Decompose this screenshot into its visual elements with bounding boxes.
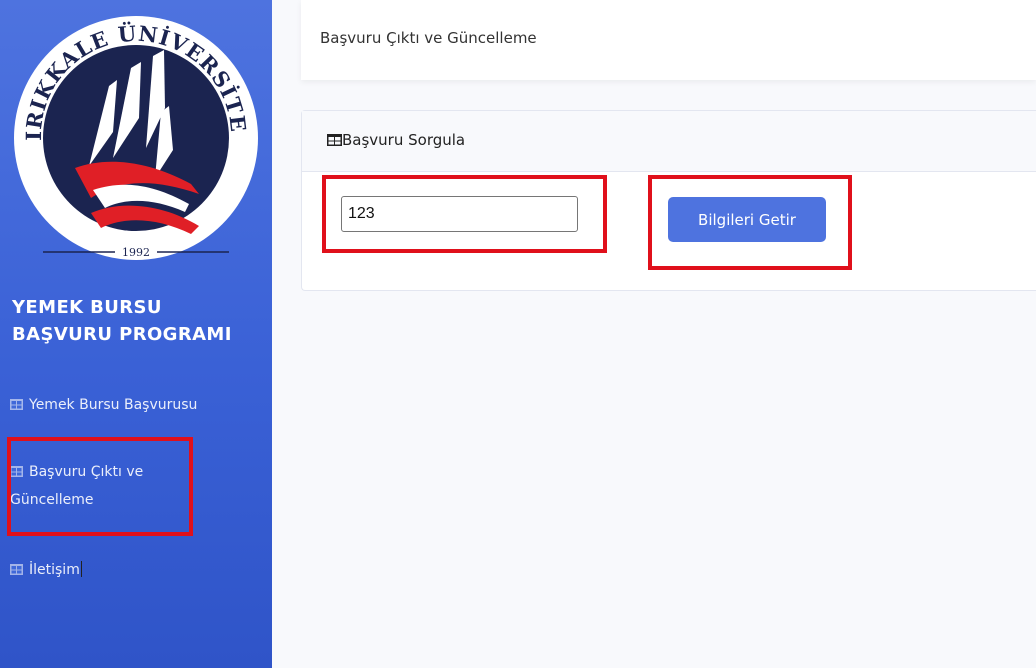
table-icon bbox=[327, 134, 342, 146]
card-title-text: Başvuru Sorgula bbox=[342, 131, 466, 149]
sidebar-item-highlight-box bbox=[7, 437, 193, 536]
sidebar-item-label: Yemek Bursu Başvurusu bbox=[29, 397, 198, 413]
text-cursor bbox=[80, 561, 82, 577]
sidebar: KIRIKKALE ÜNİVERSİTESİ 1992 YEMEK BURSU … bbox=[0, 0, 272, 668]
svg-text:1992: 1992 bbox=[122, 246, 150, 259]
card-header: Başvuru Sorgula bbox=[302, 111, 1036, 172]
brand-line-2: BAŞVURU PROGRAMI bbox=[12, 324, 232, 345]
table-icon bbox=[10, 564, 23, 575]
topbar: Başvuru Çıktı ve Güncelleme bbox=[301, 0, 1036, 80]
table-icon bbox=[10, 399, 23, 410]
brand-line-1: YEMEK BURSU bbox=[12, 297, 162, 318]
sidebar-item-yemek-bursu-basvurusu[interactable]: Yemek Bursu Başvurusu bbox=[10, 391, 197, 419]
page-title: Başvuru Çıktı ve Güncelleme bbox=[320, 29, 537, 47]
app-brand: YEMEK BURSU BAŞVURU PROGRAMI bbox=[12, 294, 262, 348]
card-title: Başvuru Sorgula bbox=[327, 131, 465, 149]
sidebar-item-label: İletişim bbox=[29, 562, 80, 578]
sidebar-item-iletisim[interactable]: İletişim bbox=[10, 556, 82, 584]
university-logo: KIRIKKALE ÜNİVERSİTESİ 1992 bbox=[3, 0, 258, 263]
button-highlight-box bbox=[648, 175, 852, 270]
input-highlight-box bbox=[322, 175, 607, 253]
